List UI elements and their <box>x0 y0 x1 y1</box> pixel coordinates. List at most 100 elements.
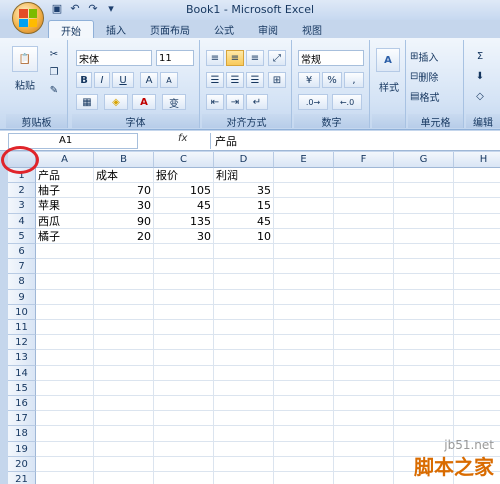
cell[interactable] <box>154 426 214 442</box>
cell[interactable] <box>454 274 500 290</box>
insert-function-button[interactable]: fx <box>178 133 187 144</box>
redo-icon[interactable]: ↷ <box>86 2 100 15</box>
cell[interactable] <box>454 183 500 199</box>
cell[interactable] <box>36 244 94 260</box>
cell[interactable] <box>454 411 500 427</box>
shrink-font-button[interactable]: A <box>160 72 178 88</box>
cell[interactable] <box>36 426 94 442</box>
phonetic-button[interactable]: 变 <box>162 94 186 110</box>
cell[interactable] <box>394 198 454 214</box>
cell[interactable] <box>274 289 334 305</box>
cell[interactable] <box>214 335 274 351</box>
cell[interactable]: 橘子 <box>36 228 94 244</box>
tab-home[interactable]: 开始 <box>48 20 94 38</box>
column-header-a[interactable]: A <box>36 152 94 168</box>
tab-formulas[interactable]: 公式 <box>202 20 246 38</box>
cell[interactable]: 70 <box>94 183 154 199</box>
cell[interactable] <box>154 441 214 457</box>
cell[interactable] <box>454 244 500 260</box>
cell[interactable] <box>334 380 394 396</box>
cell[interactable] <box>454 290 500 305</box>
cell[interactable] <box>94 365 154 381</box>
cell[interactable] <box>454 335 500 351</box>
cell[interactable] <box>214 411 274 427</box>
grow-font-button[interactable]: A <box>140 72 158 88</box>
cell[interactable] <box>94 472 154 484</box>
row-header[interactable]: 8 <box>8 274 36 290</box>
cell[interactable]: 105 <box>154 183 214 199</box>
formula-input[interactable]: 产品 <box>210 133 500 149</box>
cell[interactable] <box>154 350 214 366</box>
cell[interactable] <box>214 244 274 260</box>
row-header[interactable]: 19 <box>8 441 36 457</box>
cell[interactable] <box>274 274 334 290</box>
cell[interactable] <box>214 441 274 457</box>
cell[interactable] <box>36 380 94 396</box>
cell[interactable] <box>154 365 214 381</box>
office-button[interactable] <box>12 2 44 34</box>
percent-button[interactable]: % <box>322 72 342 88</box>
row-header[interactable]: 6 <box>8 244 36 260</box>
comma-button[interactable]: , <box>344 72 364 88</box>
cell[interactable] <box>394 380 454 396</box>
italic-button[interactable]: I <box>94 72 110 88</box>
paste-icon[interactable]: 📋 <box>12 46 38 72</box>
cell[interactable] <box>154 274 214 290</box>
cell[interactable] <box>334 365 394 381</box>
column-header-g[interactable]: G <box>394 152 454 168</box>
cell[interactable] <box>334 320 394 336</box>
cell[interactable] <box>274 168 334 184</box>
cell[interactable] <box>154 396 214 412</box>
cell[interactable] <box>94 259 154 275</box>
cell[interactable]: 20 <box>94 228 154 244</box>
cell[interactable] <box>454 320 500 336</box>
cell[interactable] <box>154 244 214 260</box>
cell[interactable]: 苹果 <box>36 198 94 214</box>
row-header[interactable]: 5 <box>8 228 36 244</box>
cell[interactable] <box>274 380 334 396</box>
cell[interactable] <box>454 350 500 366</box>
cell[interactable] <box>214 289 274 305</box>
cell[interactable] <box>36 411 94 427</box>
align-center-icon[interactable]: ☰ <box>226 72 244 88</box>
cell[interactable] <box>36 365 94 381</box>
cell[interactable] <box>274 335 334 351</box>
cell[interactable]: 西瓜 <box>36 213 94 229</box>
cell[interactable] <box>334 168 394 184</box>
cell[interactable] <box>94 396 154 412</box>
border-icon[interactable]: ▦ <box>76 94 98 110</box>
row-header[interactable]: 2 <box>8 183 36 199</box>
row-header[interactable]: 12 <box>8 335 36 351</box>
cell[interactable]: 利润 <box>214 168 274 184</box>
cell[interactable] <box>214 350 274 366</box>
cell[interactable] <box>274 441 334 457</box>
cell[interactable] <box>94 320 154 336</box>
cell[interactable] <box>154 335 214 351</box>
cell[interactable] <box>94 274 154 290</box>
row-header[interactable]: 15 <box>8 380 36 396</box>
row-header[interactable]: 17 <box>8 411 36 427</box>
cell[interactable] <box>274 411 334 427</box>
cell[interactable] <box>36 335 94 351</box>
row-header[interactable]: 18 <box>8 426 36 442</box>
merge-center-icon[interactable]: ⊞ <box>268 72 286 88</box>
cell[interactable] <box>274 183 334 199</box>
cell[interactable]: 35 <box>214 183 274 199</box>
paste-button[interactable]: 粘贴 <box>10 76 40 92</box>
cell[interactable]: 45 <box>154 198 214 214</box>
cell[interactable] <box>334 396 394 412</box>
align-middle-icon[interactable]: ≡ <box>226 50 244 66</box>
customize-icon[interactable]: ▾ <box>104 2 118 15</box>
cell[interactable] <box>214 456 274 472</box>
row-header[interactable]: 16 <box>8 396 36 412</box>
cell[interactable] <box>334 228 394 244</box>
column-header-d[interactable]: D <box>214 152 274 168</box>
cell[interactable] <box>394 168 454 184</box>
cell[interactable] <box>274 365 334 381</box>
styles-icon[interactable]: A <box>376 48 400 72</box>
cell[interactable] <box>394 289 454 305</box>
column-header-h[interactable]: H <box>454 152 500 168</box>
cell[interactable] <box>36 396 94 412</box>
cell[interactable]: 30 <box>154 228 214 244</box>
cell[interactable] <box>334 304 394 320</box>
